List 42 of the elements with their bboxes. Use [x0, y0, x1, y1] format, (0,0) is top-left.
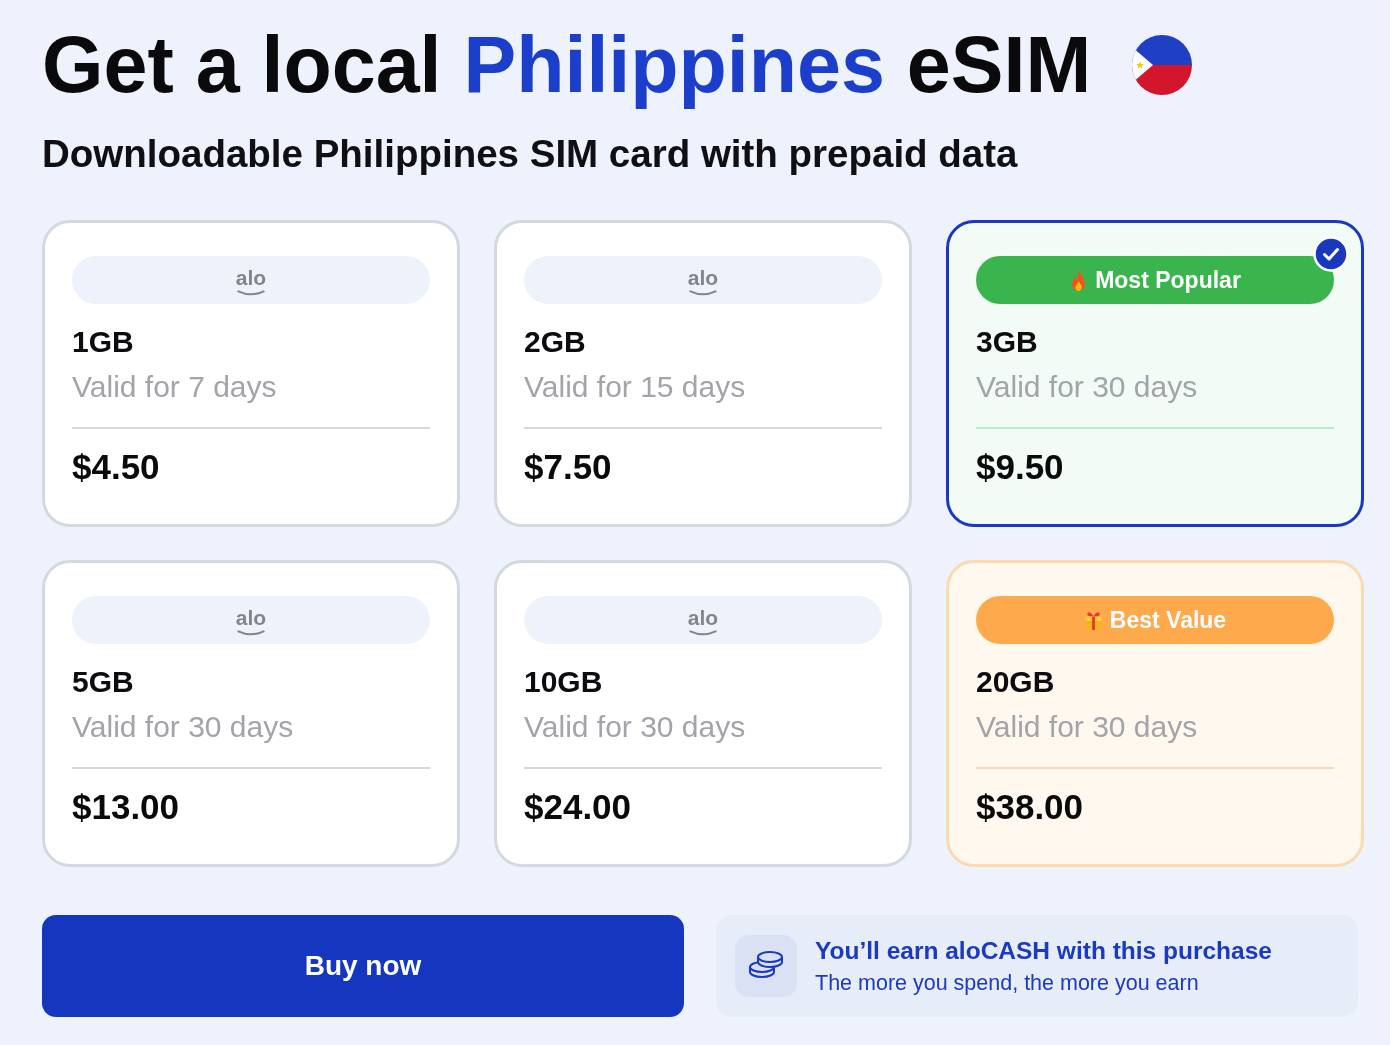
reward-subtitle: The more you spend, the more you earn — [815, 971, 1199, 997]
data-allowance: 3GB — [976, 324, 1038, 361]
data-allowance: 1GB — [72, 324, 134, 361]
validity-text: Valid for 30 days — [976, 709, 1198, 746]
price-text: $9.50 — [976, 446, 1064, 489]
smile-icon — [689, 629, 717, 636]
price-text: $4.50 — [72, 446, 160, 489]
smile-icon — [237, 629, 265, 636]
validity-text: Valid for 30 days — [976, 369, 1198, 406]
price-text: $24.00 — [524, 786, 632, 829]
data-allowance: 2GB — [524, 324, 586, 361]
plan-card[interactable]: Best Value 20GB Valid for 30 days $38.00 — [946, 560, 1364, 868]
tag-label: Best Value — [1109, 608, 1227, 632]
smile-icon — [689, 289, 717, 296]
plan-card[interactable]: alo 10GB Valid for 30 days $24.00 — [494, 560, 912, 868]
plan-card[interactable]: Most Popular 3GB Valid for 30 days $9.50 — [946, 220, 1364, 528]
flag-icon — [1132, 35, 1193, 96]
plan-card[interactable]: alo 2GB Valid for 15 days $7.50 — [494, 220, 912, 528]
page-title: Get a local Philippines eSIM — [42, 19, 1092, 111]
buy-button[interactable]: Buy now — [42, 915, 684, 1018]
data-allowance: 10GB — [524, 664, 603, 701]
price-text: $38.00 — [976, 786, 1084, 829]
logo-text: alo — [687, 266, 719, 288]
validity-text: Valid for 7 days — [72, 369, 277, 406]
page-subtitle: Downloadable Philippines SIM card with prepaid data — [42, 131, 1019, 178]
validity-text: Valid for 15 days — [524, 369, 746, 406]
logo-text: alo — [235, 266, 267, 288]
data-allowance: 5GB — [72, 664, 134, 701]
smile-icon — [237, 289, 265, 296]
check-icon — [1313, 236, 1349, 273]
plan-card[interactable]: alo 1GB Valid for 7 days $4.50 — [42, 220, 460, 528]
logo-text: alo — [687, 606, 719, 628]
reward-title: You’ll earn aloCASH with this purchase — [815, 935, 1272, 966]
price-text: $7.50 — [524, 446, 612, 489]
plan-card[interactable]: alo 5GB Valid for 30 days $13.00 — [42, 560, 460, 868]
price-text: $13.00 — [72, 786, 180, 829]
logo-text: alo — [235, 606, 267, 628]
data-allowance: 20GB — [976, 664, 1055, 701]
coins-icon — [735, 935, 797, 998]
validity-text: Valid for 30 days — [524, 709, 746, 746]
tag-label: Most Popular — [1095, 268, 1241, 292]
validity-text: Valid for 30 days — [72, 709, 294, 746]
